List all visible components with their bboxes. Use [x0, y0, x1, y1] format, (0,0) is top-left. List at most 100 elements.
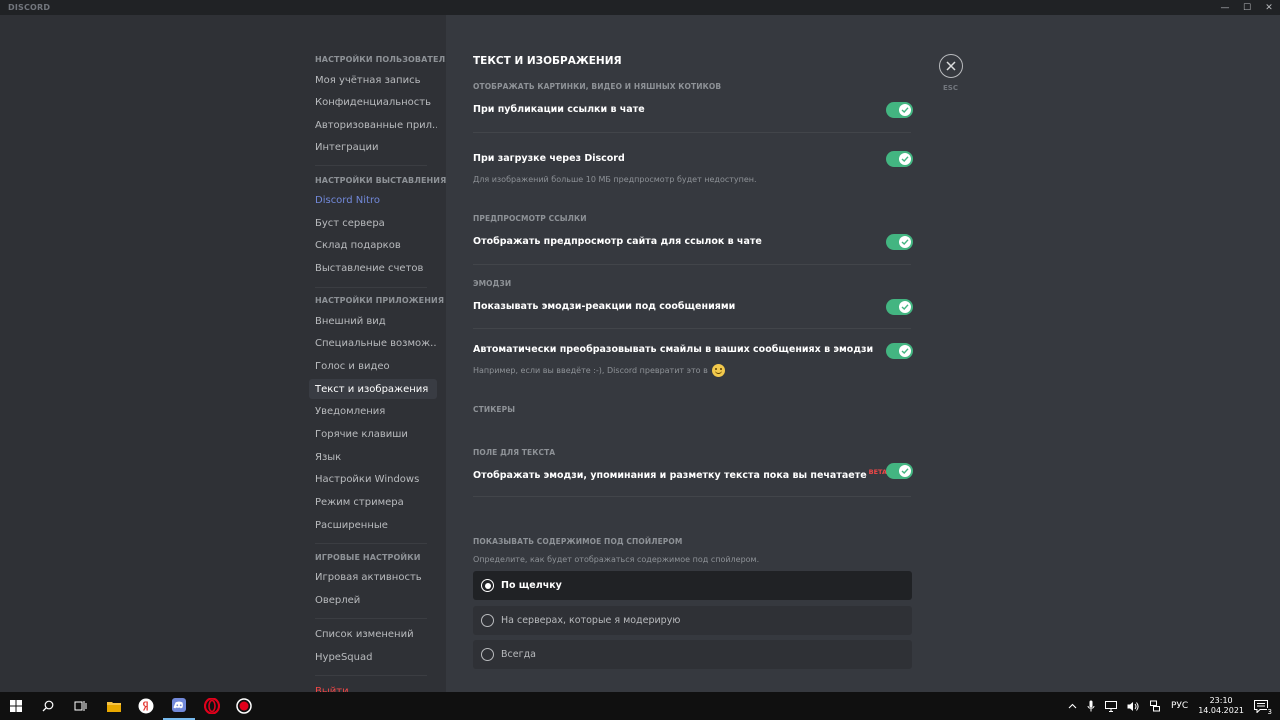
divider — [473, 496, 911, 497]
sidebar-header-billing-settings: Настройки выставления... — [315, 176, 446, 185]
window-controls: — ☐ ✕ — [1214, 0, 1280, 15]
check-icon — [901, 304, 909, 310]
network-icon[interactable] — [1149, 700, 1161, 712]
notification-count: 3 — [1266, 707, 1273, 716]
check-icon — [901, 107, 909, 113]
sidebar-divider — [315, 543, 427, 544]
sidebar-item-integrations[interactable]: Интеграции — [309, 137, 437, 157]
setting-label-on-link: При публикации ссылки в чате — [473, 104, 645, 115]
folder-icon — [107, 702, 121, 712]
monitor-icon[interactable] — [1104, 700, 1117, 712]
toggle-emoji-reactions[interactable] — [886, 299, 913, 315]
page-title: Текст и изображения — [473, 55, 622, 67]
toggle-on-upload[interactable] — [886, 151, 913, 167]
radio-option-always[interactable]: Всегда — [473, 640, 912, 669]
chevron-up-icon[interactable] — [1068, 703, 1077, 709]
taskbar-app-explorer[interactable] — [98, 692, 130, 720]
setting-note-upload: Для изображений больше 10 МБ предпросмот… — [473, 175, 757, 184]
toggle-text-preview[interactable] — [886, 463, 913, 479]
volume-icon[interactable] — [1127, 701, 1139, 712]
sidebar-item-billing[interactable]: Выставление счетов — [309, 258, 437, 278]
text-preview-label-text: Отображать эмодзи, упоминания и разметку… — [473, 470, 867, 482]
radio-option-moderated-servers[interactable]: На серверах, которые я модерирую — [473, 606, 912, 635]
radio-label: По щелчку — [501, 580, 562, 591]
toggle-link-preview[interactable] — [886, 234, 913, 250]
beta-badge: BETA — [868, 468, 888, 476]
setting-label-emoji-convert: Автоматически преобразовывать смайлы в в… — [473, 344, 874, 355]
toggle-on-link[interactable] — [886, 102, 913, 118]
setting-label-link-preview: Отображать предпросмотр сайта для ссылок… — [473, 236, 762, 247]
radio-option-on-click[interactable]: По щелчку — [473, 571, 912, 600]
windows-taskbar: РУС 23:10 14.04.2021 3 — [0, 692, 1280, 720]
clock[interactable]: 23:10 14.04.2021 — [1198, 696, 1244, 716]
divider — [473, 132, 911, 133]
search-icon — [42, 700, 54, 712]
radio-button — [481, 614, 494, 627]
settings-content: Текст и изображения ESC Отображать карти… — [446, 15, 1280, 692]
sidebar-item-privacy[interactable]: Конфиденциальность — [309, 92, 437, 112]
sidebar-item-logout[interactable]: Выйти — [309, 681, 437, 693]
sidebar-item-language[interactable]: Язык — [309, 447, 437, 467]
setting-label-on-upload: При загрузке через Discord — [473, 153, 625, 164]
maximize-button[interactable]: ☐ — [1236, 0, 1258, 15]
system-tray: РУС 23:10 14.04.2021 3 — [1068, 692, 1280, 720]
sidebar-item-my-account[interactable]: Моя учётная запись — [309, 70, 437, 90]
sidebar-item-text-images[interactable]: Текст и изображения — [309, 379, 437, 399]
radio-label: На серверах, которые я модерирую — [501, 615, 681, 626]
sidebar-item-authorized-apps[interactable]: Авторизованные прил... — [309, 115, 437, 135]
taskbar-app-yandex-browser[interactable] — [130, 692, 162, 720]
sidebar-item-changelog[interactable]: Список изменений — [309, 624, 437, 644]
title-bar: DISCORD — ☐ ✕ — [0, 0, 1280, 15]
section-title-link-preview: Предпросмотр ссылки — [473, 214, 587, 223]
sidebar-divider — [315, 618, 427, 619]
sidebar-item-hypesquad[interactable]: HypeSquad — [309, 647, 437, 667]
section-title-spoilers: Показывать содержимое под спойлером — [473, 537, 683, 546]
check-icon — [901, 239, 909, 245]
sidebar-item-game-activity[interactable]: Игровая активность — [309, 567, 437, 587]
clock-date: 14.04.2021 — [1198, 706, 1244, 715]
start-button[interactable] — [0, 692, 32, 720]
sidebar-header-game-settings: Игровые настройки — [315, 553, 421, 562]
notification-center-icon[interactable]: 3 — [1254, 699, 1273, 716]
section-title-stickers: Стикеры — [473, 405, 516, 414]
clock-time: 23:10 — [1209, 696, 1233, 705]
sidebar-item-overlay[interactable]: Оверлей — [309, 590, 437, 610]
microphone-icon[interactable] — [1087, 700, 1095, 712]
app-title: DISCORD — [8, 3, 51, 12]
task-view-icon — [74, 701, 86, 711]
sidebar-item-streamer-mode[interactable]: Режим стримера — [309, 492, 437, 512]
search-button[interactable] — [32, 692, 64, 720]
section-title-emoji: Эмодзи — [473, 279, 512, 288]
task-view-button[interactable] — [64, 692, 96, 720]
close-settings-button[interactable] — [939, 54, 963, 78]
sidebar-item-accessibility[interactable]: Специальные возмож... — [309, 333, 437, 353]
input-language-indicator[interactable]: РУС — [1171, 701, 1188, 711]
close-window-button[interactable]: ✕ — [1258, 0, 1280, 15]
sidebar-header-user-settings: Настройки пользователя — [315, 55, 446, 64]
sidebar-item-advanced[interactable]: Расширенные — [309, 515, 437, 535]
sidebar-divider — [315, 287, 427, 288]
windows-logo-icon — [10, 700, 22, 712]
sidebar-item-server-boost[interactable]: Буст сервера — [309, 213, 437, 233]
check-icon — [901, 468, 909, 474]
sidebar-item-voice-video[interactable]: Голос и видео — [309, 356, 437, 376]
taskbar-app-discord[interactable] — [163, 692, 195, 720]
discord-icon — [172, 698, 186, 712]
minimize-button[interactable]: — — [1214, 0, 1236, 15]
taskbar-app-opera[interactable] — [196, 692, 228, 720]
taskbar-app-recorder[interactable] — [228, 692, 260, 720]
sidebar-divider — [315, 675, 427, 676]
sidebar-item-discord-nitro[interactable]: Discord Nitro — [309, 190, 437, 210]
sidebar-item-windows-settings[interactable]: Настройки Windows — [309, 469, 437, 489]
record-icon — [236, 698, 252, 714]
toggle-emoji-convert[interactable] — [886, 343, 913, 359]
sidebar-item-notifications[interactable]: Уведомления — [309, 401, 437, 421]
radio-button — [481, 648, 494, 661]
opera-icon — [204, 698, 220, 714]
check-icon — [901, 156, 909, 162]
divider — [473, 264, 911, 265]
sidebar-item-gift-inventory[interactable]: Склад подарков — [309, 235, 437, 255]
settings-sidebar: Настройки пользователя Моя учётная запис… — [0, 15, 446, 692]
sidebar-item-keybinds[interactable]: Горячие клавиши — [309, 424, 437, 444]
sidebar-item-appearance[interactable]: Внешний вид — [309, 311, 437, 331]
